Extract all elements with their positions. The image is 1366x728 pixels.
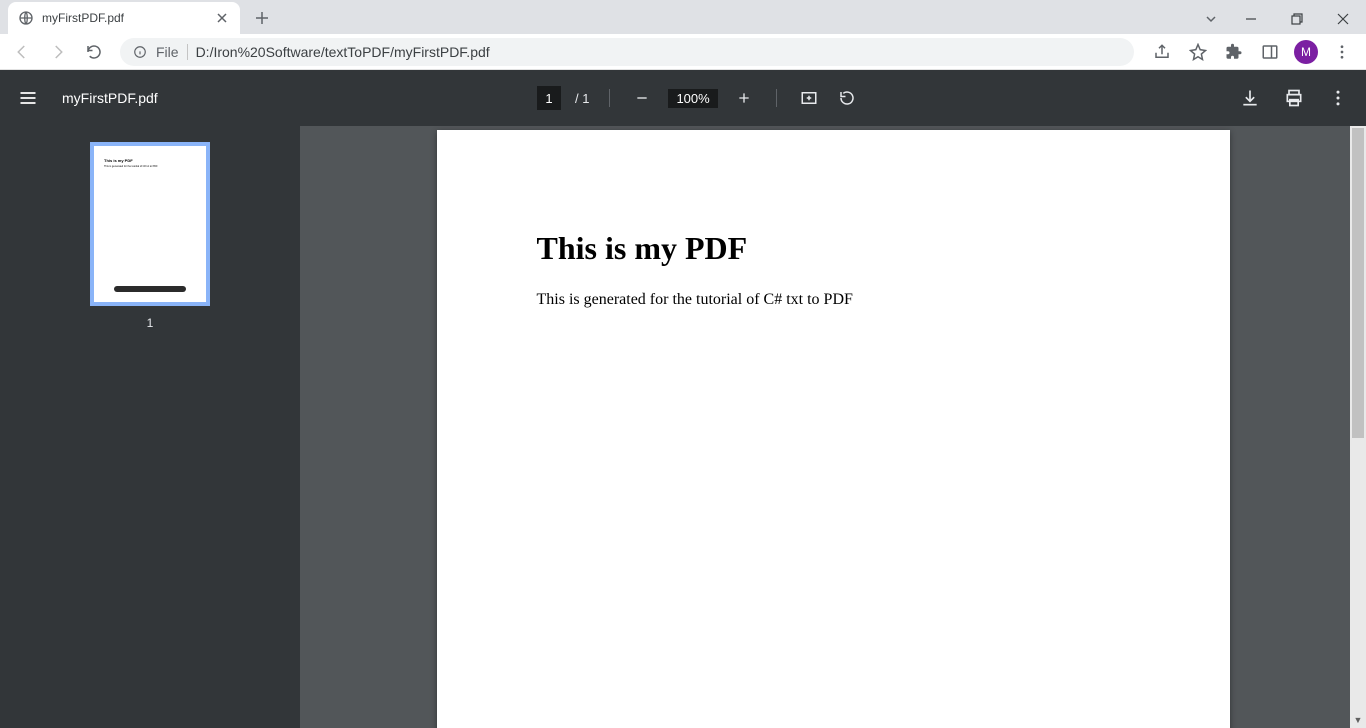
toolbar-separator bbox=[776, 89, 777, 107]
browser-tab-strip: myFirstPDF.pdf bbox=[0, 0, 1366, 34]
page-area[interactable]: This is my PDF This is generated for the… bbox=[300, 126, 1366, 728]
zoom-in-button[interactable] bbox=[732, 86, 756, 110]
scroll-thumb[interactable] bbox=[1352, 128, 1364, 438]
address-scheme-label: File bbox=[156, 44, 179, 60]
address-separator bbox=[187, 44, 188, 60]
profile-initial: M bbox=[1301, 45, 1311, 59]
tab-close-button[interactable] bbox=[214, 10, 230, 26]
new-tab-button[interactable] bbox=[248, 4, 276, 32]
pdf-toolbar-left: myFirstPDF.pdf bbox=[16, 86, 158, 110]
window-controls bbox=[1194, 4, 1366, 34]
thumbnail-page-number: 1 bbox=[90, 316, 210, 330]
pdf-page: This is my PDF This is generated for the… bbox=[437, 130, 1230, 728]
rotate-button[interactable] bbox=[835, 86, 859, 110]
scroll-down-icon[interactable]: ▼ bbox=[1350, 712, 1366, 728]
back-button[interactable] bbox=[8, 38, 36, 66]
pdf-toolbar-center: / 1 100% bbox=[158, 86, 1238, 110]
thumbnail-preview-text: This is my PDF This is generated for the… bbox=[100, 152, 200, 168]
site-info-icon[interactable] bbox=[132, 44, 148, 60]
browser-toolbar: File D:/Iron%20Software/textToPDF/myFirs… bbox=[0, 34, 1366, 70]
tabs-area: myFirstPDF.pdf bbox=[0, 0, 276, 34]
pdf-filename: myFirstPDF.pdf bbox=[62, 90, 158, 106]
print-button[interactable] bbox=[1282, 86, 1306, 110]
thumbnail-footer-bar bbox=[114, 286, 186, 292]
thumbnail-body: This is generated for the tutorial of C#… bbox=[104, 165, 200, 168]
bookmark-button[interactable] bbox=[1186, 40, 1210, 64]
vertical-scrollbar[interactable]: ▲ ▼ bbox=[1350, 126, 1366, 728]
thumbnail-sidebar: This is my PDF This is generated for the… bbox=[0, 126, 300, 728]
address-path: D:/Iron%20Software/textToPDF/myFirstPDF.… bbox=[196, 44, 1122, 60]
pdf-toolbar: myFirstPDF.pdf / 1 100% bbox=[0, 70, 1366, 126]
document-body: This is generated for the tutorial of C#… bbox=[537, 291, 1130, 309]
pdf-menu-button[interactable] bbox=[1326, 86, 1350, 110]
tab-search-button[interactable] bbox=[1194, 4, 1228, 34]
pdf-toolbar-right bbox=[1238, 86, 1350, 110]
browser-tab[interactable]: myFirstPDF.pdf bbox=[8, 2, 240, 34]
page-total-label: / 1 bbox=[575, 91, 589, 106]
page-number-input[interactable] bbox=[537, 86, 561, 110]
address-bar[interactable]: File D:/Iron%20Software/textToPDF/myFirs… bbox=[120, 38, 1134, 66]
pdf-viewer-body: This is my PDF This is generated for the… bbox=[0, 126, 1366, 728]
extensions-button[interactable] bbox=[1222, 40, 1246, 64]
globe-icon bbox=[18, 10, 34, 26]
document-heading: This is my PDF bbox=[537, 230, 1130, 267]
sidebar-toggle-button[interactable] bbox=[16, 86, 40, 110]
forward-button[interactable] bbox=[44, 38, 72, 66]
window-close-button[interactable] bbox=[1320, 4, 1366, 34]
fit-to-page-button[interactable] bbox=[797, 86, 821, 110]
zoom-level: 100% bbox=[668, 89, 717, 108]
profile-avatar[interactable]: M bbox=[1294, 40, 1318, 64]
chrome-menu-button[interactable] bbox=[1330, 40, 1354, 64]
toolbar-separator bbox=[609, 89, 610, 107]
side-panel-button[interactable] bbox=[1258, 40, 1282, 64]
window-maximize-button[interactable] bbox=[1274, 4, 1320, 34]
share-button[interactable] bbox=[1150, 40, 1174, 64]
thumbnail-item[interactable]: This is my PDF This is generated for the… bbox=[90, 142, 210, 330]
toolbar-right: M bbox=[1146, 40, 1358, 64]
download-button[interactable] bbox=[1238, 86, 1262, 110]
zoom-out-button[interactable] bbox=[630, 86, 654, 110]
thumbnail-page: This is my PDF This is generated for the… bbox=[90, 142, 210, 306]
thumbnail-heading: This is my PDF bbox=[104, 158, 200, 163]
tab-title: myFirstPDF.pdf bbox=[42, 11, 214, 25]
reload-button[interactable] bbox=[80, 38, 108, 66]
window-minimize-button[interactable] bbox=[1228, 4, 1274, 34]
